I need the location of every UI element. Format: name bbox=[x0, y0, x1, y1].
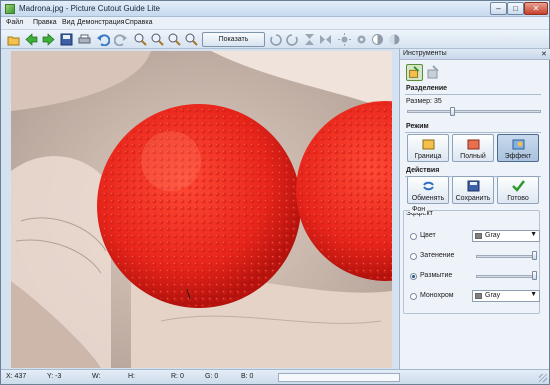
effect-icon bbox=[512, 139, 525, 150]
background-group-label: Фон bbox=[410, 206, 428, 213]
status-x: X: 437 bbox=[6, 373, 27, 380]
radio-monochrome[interactable] bbox=[410, 293, 417, 300]
undo-icon[interactable] bbox=[97, 33, 110, 46]
color-dropdown[interactable]: Gray ▼ bbox=[472, 230, 540, 242]
radio-shading-label: Затенение bbox=[420, 252, 455, 259]
rotate-right-icon[interactable] bbox=[286, 33, 299, 46]
radio-shading[interactable] bbox=[410, 253, 417, 260]
color-dropdown-value: Gray bbox=[485, 232, 501, 239]
panel-title: Инструменты bbox=[403, 50, 447, 57]
panel-close-button[interactable]: ✕ bbox=[541, 50, 547, 58]
chevron-down-icon: ▼ bbox=[530, 291, 537, 298]
window-title: Madrona.jpg - Picture Cutout Guide Lite bbox=[19, 4, 160, 13]
flip-vertical-icon[interactable] bbox=[303, 33, 316, 46]
status-w: W: bbox=[92, 373, 101, 380]
title-bar[interactable]: Madrona.jpg - Picture Cutout Guide Lite … bbox=[1, 1, 549, 17]
menu-edit[interactable]: Правка bbox=[33, 19, 57, 26]
flip-horizontal-icon[interactable] bbox=[319, 33, 332, 46]
back-icon[interactable] bbox=[25, 33, 38, 46]
zoom-fit-icon[interactable] bbox=[168, 33, 181, 46]
zoom-out-icon[interactable] bbox=[151, 33, 164, 46]
cut-mode-icon[interactable] bbox=[406, 64, 423, 81]
mode-title: Режим bbox=[406, 123, 429, 130]
zoom-actual-icon[interactable] bbox=[185, 33, 198, 46]
size-slider-thumb[interactable] bbox=[450, 107, 455, 116]
monochrome-dropdown[interactable]: Gray ▼ bbox=[472, 290, 540, 302]
save-result-icon bbox=[467, 180, 480, 192]
blur-slider-track[interactable] bbox=[476, 275, 536, 278]
separation-title: Разделение bbox=[406, 85, 448, 92]
status-h: H: bbox=[128, 373, 135, 380]
blur-slider-thumb[interactable] bbox=[532, 271, 537, 280]
panel-header: Инструменты ✕ bbox=[400, 49, 550, 60]
border-mode-label: Граница bbox=[414, 153, 442, 160]
swap-button[interactable]: Обменять bbox=[407, 176, 449, 204]
fruit-photo bbox=[11, 51, 392, 368]
full-icon bbox=[467, 139, 480, 150]
status-bar: X: 437 Y: -3 W: H: R: 0 G: 0 B: 0 bbox=[1, 369, 549, 384]
status-g: G: 0 bbox=[205, 373, 219, 380]
effect-mode-button[interactable]: Эффект bbox=[497, 134, 539, 162]
radio-monochrome-label: Монохром bbox=[420, 292, 454, 299]
app-window: Madrona.jpg - Picture Cutout Guide Lite … bbox=[0, 0, 550, 385]
menu-file[interactable]: Файл bbox=[6, 19, 23, 26]
size-slider-track[interactable] bbox=[407, 110, 541, 113]
chevron-down-icon: ▼ bbox=[530, 231, 537, 238]
status-y: Y: -3 bbox=[47, 373, 62, 380]
menu-view[interactable]: Вид bbox=[62, 19, 75, 26]
full-mode-button[interactable]: Полный bbox=[452, 134, 494, 162]
effect-mode-label: Эффект bbox=[504, 153, 532, 160]
resize-grip-icon[interactable] bbox=[539, 374, 547, 382]
maximize-button[interactable]: □ bbox=[507, 2, 524, 15]
swap-label: Обменять bbox=[411, 195, 445, 202]
separation-divider bbox=[405, 94, 541, 95]
radio-blur-label: Размытие bbox=[420, 272, 453, 279]
done-label: Готово bbox=[507, 195, 529, 202]
app-logo-icon bbox=[5, 4, 15, 14]
progress-bar bbox=[278, 373, 400, 382]
contrast-icon[interactable] bbox=[371, 33, 384, 46]
open-icon[interactable] bbox=[7, 33, 20, 46]
radio-color[interactable] bbox=[410, 233, 417, 240]
print-icon[interactable] bbox=[78, 33, 91, 46]
save-result-label: Сохранить bbox=[455, 195, 491, 202]
full-mode-label: Полный bbox=[460, 153, 486, 160]
photo-canvas[interactable] bbox=[11, 51, 392, 368]
border-icon bbox=[422, 139, 435, 150]
checkmark-icon bbox=[512, 180, 525, 192]
menu-demo[interactable]: Демонстрация bbox=[77, 19, 124, 26]
menu-help[interactable]: Справка bbox=[125, 19, 152, 26]
settings-icon[interactable] bbox=[355, 33, 368, 46]
close-button[interactable]: ✕ bbox=[524, 2, 548, 15]
zoom-in-icon[interactable] bbox=[134, 33, 147, 46]
shading-slider-track[interactable] bbox=[476, 255, 536, 258]
border-mode-button[interactable]: Граница bbox=[407, 134, 449, 162]
swap-icon bbox=[423, 181, 434, 191]
mode-divider bbox=[405, 132, 541, 133]
forward-icon[interactable] bbox=[42, 33, 55, 46]
levels-icon[interactable] bbox=[388, 33, 401, 46]
redo-icon[interactable] bbox=[114, 33, 127, 46]
status-r: R: 0 bbox=[171, 373, 184, 380]
monochrome-dropdown-value: Gray bbox=[485, 292, 501, 299]
monochrome-swatch bbox=[475, 293, 482, 299]
done-button[interactable]: Готово bbox=[497, 176, 539, 204]
rotate-left-icon[interactable] bbox=[269, 33, 282, 46]
save-icon[interactable] bbox=[60, 33, 73, 46]
restore-mode-icon[interactable] bbox=[425, 64, 442, 81]
color-swatch bbox=[475, 233, 482, 239]
save-result-button[interactable]: Сохранить bbox=[452, 176, 494, 204]
actions-title: Действия bbox=[406, 167, 440, 174]
minimize-button[interactable]: – bbox=[490, 2, 507, 15]
show-original-button[interactable]: Показать исходное bbox=[202, 32, 265, 56]
status-b: B: 0 bbox=[241, 373, 254, 380]
background-group: Фон Цвет Gray ▼ Затенение Размытие Монох… bbox=[403, 206, 540, 314]
radio-color-label: Цвет bbox=[420, 232, 436, 239]
radio-blur[interactable] bbox=[410, 273, 417, 280]
menu-bar: Файл Правка Вид Демонстрация Справка bbox=[1, 17, 549, 30]
shading-slider-thumb[interactable] bbox=[532, 251, 537, 260]
size-label: Размер: 35 bbox=[406, 98, 442, 105]
toolbar: Показать исходное bbox=[1, 30, 549, 56]
brightness-icon[interactable] bbox=[338, 33, 351, 46]
